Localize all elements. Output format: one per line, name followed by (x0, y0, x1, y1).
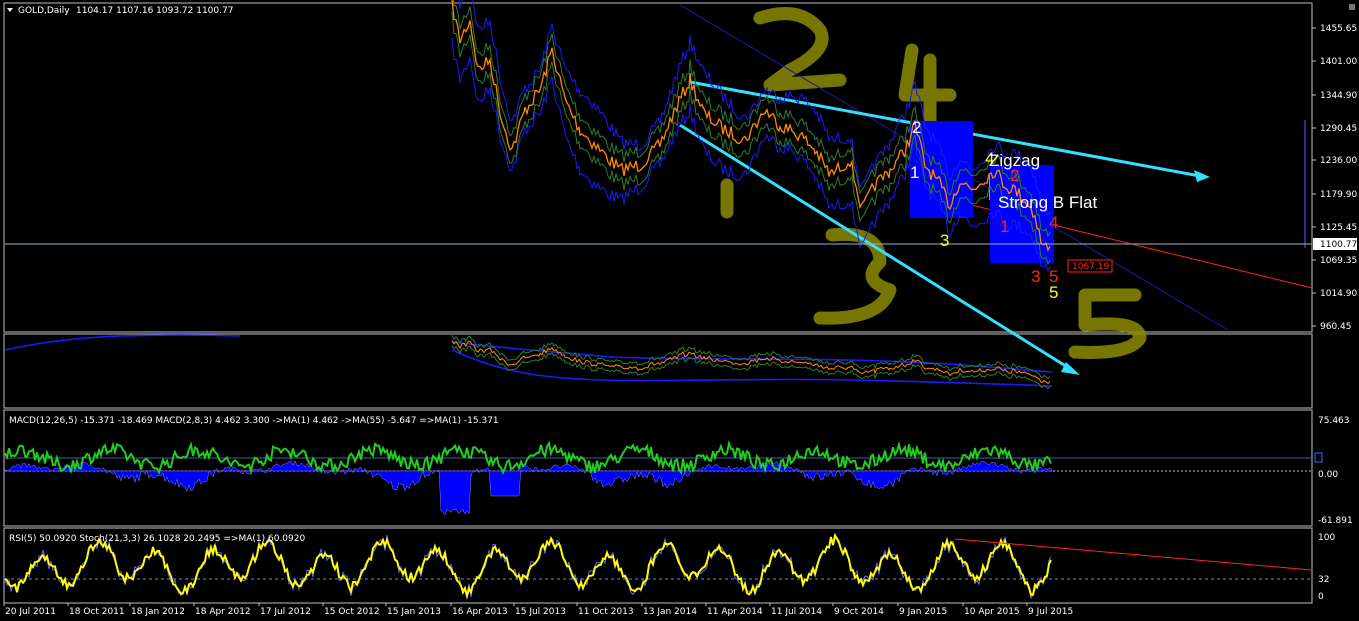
macd-axis-top: 75.463 (1318, 416, 1350, 426)
price-axis-label: 1069.35 (1320, 256, 1357, 266)
price-marker-label: 1067.19 (1072, 262, 1109, 272)
wave-label-b4: 4 (1049, 213, 1058, 232)
time-axis-label: 17 Jul 2012 (260, 607, 311, 617)
time-axis-label: 18 Jan 2012 (131, 607, 185, 617)
macd-title: MACD(12,26,5) -15.371 -18.469 MACD(2,8,3… (9, 416, 499, 426)
wave-label-b3: 3 (1031, 267, 1040, 286)
wave-label-w1: 1 (910, 163, 919, 182)
time-axis-label: 20 Jul 2011 (5, 607, 56, 617)
symbol-label: GOLD,Daily (18, 6, 70, 16)
time-axis-label: 9 Oct 2014 (834, 607, 884, 617)
panel-corner-icon[interactable] (1349, 4, 1355, 10)
time-axis-label: 9 Jul 2015 (1028, 607, 1073, 617)
wave-label-b5: 5 (1049, 267, 1058, 286)
stoch-axis-mid: 32 (1318, 575, 1329, 585)
price-axis-label: 1290.45 (1320, 124, 1357, 134)
price-axis-label: 1455.65 (1320, 24, 1357, 34)
time-axis-label: 18 Apr 2012 (195, 607, 251, 617)
current-price-label: 1100.77 (1320, 240, 1357, 250)
time-axis-label: 13 Jan 2014 (643, 607, 697, 617)
time-axis-label: 18 Oct 2011 (69, 607, 125, 617)
stoch-axis-bottom: 0 (1318, 592, 1324, 602)
price-axis-label: 1014.90 (1320, 289, 1357, 299)
price-axis-label: 1125.45 (1320, 223, 1357, 233)
time-axis-label: 9 Jan 2015 (899, 607, 947, 617)
wave-box-2 (990, 165, 1054, 263)
price-axis-label: 1401.00 (1320, 57, 1357, 67)
price-axis-label: 1179.90 (1320, 190, 1357, 200)
macd-axis-bottom: -61.891 (1318, 516, 1353, 526)
time-axis-label: 15 Oct 2012 (324, 607, 380, 617)
wave-label-w2: 2 (912, 118, 921, 137)
macd-axis-zero: 0.00 (1318, 470, 1338, 480)
time-axis-label: 15 Jul 2013 (515, 607, 566, 617)
time-axis-label: 11 Oct 2013 (578, 607, 634, 617)
time-axis-label: 11 Apr 2014 (707, 607, 763, 617)
wave-label-b1: 1 (1000, 217, 1009, 236)
ohlc-values: 1104.17 1107.16 1093.72 1100.77 (76, 6, 233, 16)
time-axis-label: 10 Apr 2015 (964, 607, 1020, 617)
time-axis-label: 15 Jan 2013 (387, 607, 441, 617)
time-axis-label: 16 Apr 2013 (452, 607, 508, 617)
chart-window[interactable]: GOLD,Daily 1104.17 1107.16 1093.72 1100.… (0, 0, 1359, 621)
time-axis-label: 11 Jul 2014 (771, 607, 822, 617)
zigzag-annotation: Zigzag (989, 151, 1040, 170)
flat-annotation: Strong B Flat (998, 193, 1097, 212)
price-axis-label: 1344.90 (1320, 91, 1357, 101)
wave-label-w3: 3 (940, 231, 949, 250)
stoch-title: RSI(5) 50.0920 Stoch(21,3,3) 26.1028 20.… (9, 534, 305, 544)
price-axis-label: 960.45 (1320, 322, 1352, 332)
price-axis-label: 1236.00 (1320, 156, 1357, 166)
stoch-axis-top: 100 (1318, 533, 1335, 543)
